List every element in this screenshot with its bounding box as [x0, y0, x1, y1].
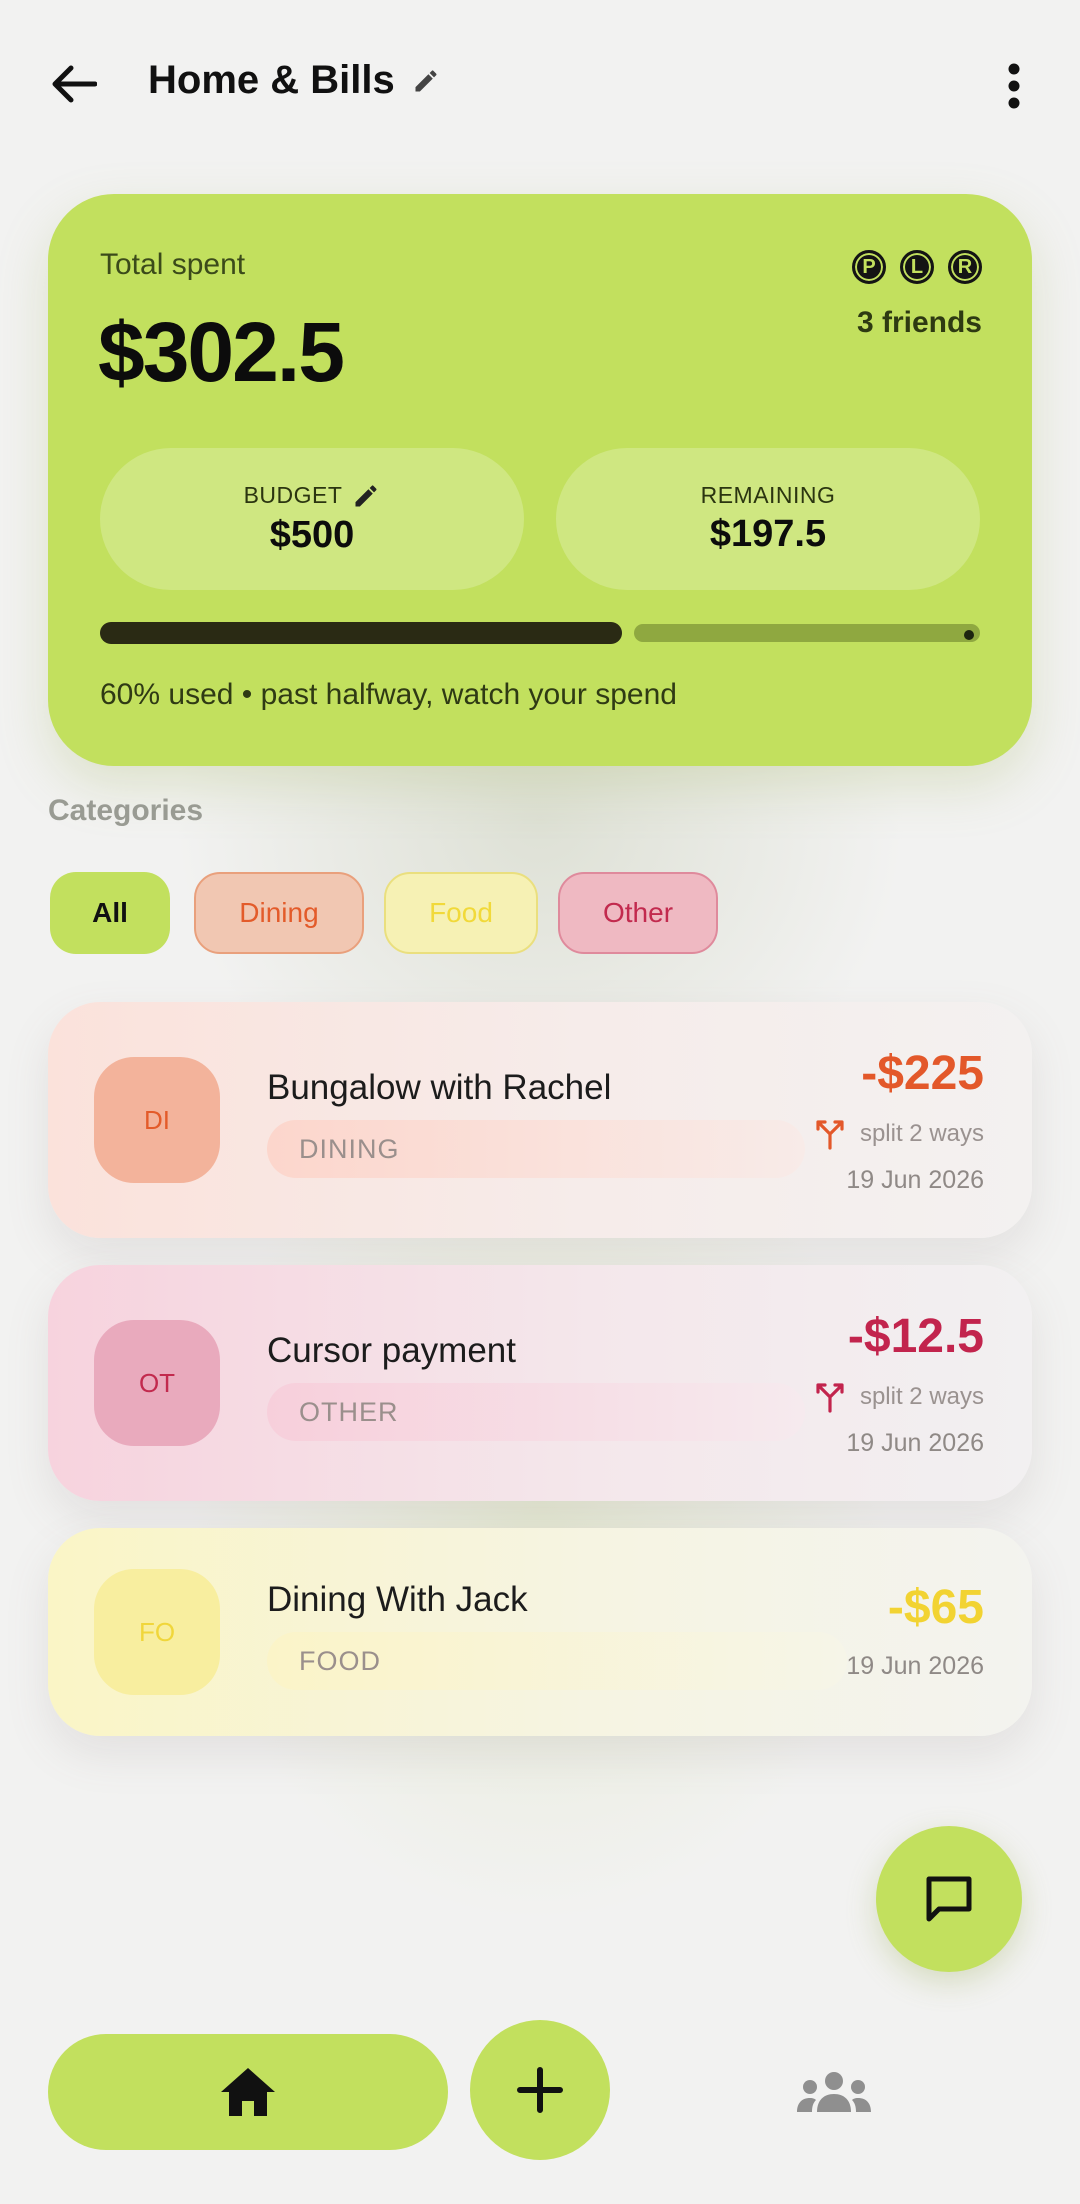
category-tag: DINING [267, 1120, 805, 1178]
split-label: split 2 ways [859, 1120, 984, 1147]
expense-name: Dining With Jack [267, 1580, 528, 1619]
nav-friends-button[interactable] [786, 2060, 882, 2124]
expense-date: 19 Jun 2026 [846, 1429, 984, 1457]
remaining-label: REMAINING [700, 482, 836, 508]
remaining-pill: REMAINING $197.5 [556, 448, 980, 590]
progress-caption: 60% used • past halfway, watch your spen… [100, 678, 677, 711]
nav-home-button[interactable] [48, 2034, 448, 2150]
pencil-icon [355, 484, 377, 506]
total-spent-amount: $302.5 [98, 305, 345, 399]
chip-dining[interactable]: Dining [194, 872, 364, 954]
split-info: split 2 ways [814, 1381, 984, 1413]
category-avatar: OT [94, 1320, 220, 1446]
top-bar: Home & Bills [0, 0, 1080, 170]
split-label: split 2 ways [859, 1383, 984, 1410]
plus-icon [517, 2067, 563, 2113]
category-tag: FOOD [267, 1632, 847, 1690]
more-options-button[interactable] [988, 54, 1040, 118]
budget-pill[interactable]: BUDGET $500 [100, 448, 524, 590]
chip-other[interactable]: Other [558, 872, 718, 954]
expense-card[interactable]: OT Cursor payment OTHER -$12.5 split 2 w… [48, 1265, 1032, 1501]
total-spent-label: Total spent [100, 248, 246, 281]
expense-name: Cursor payment [267, 1331, 516, 1370]
expense-amount: -$225 [861, 1047, 984, 1100]
arrow-left-icon [52, 65, 97, 103]
category-avatar: FO [94, 1569, 220, 1695]
group-icon [797, 2072, 871, 2112]
chip-food[interactable]: Food [384, 872, 538, 954]
more-vertical-icon [1008, 63, 1020, 109]
summary-card: Total spent $302.5 P L R 3 friends BUDGE… [48, 194, 1032, 766]
split-icon [816, 1383, 844, 1413]
avatar: L [900, 250, 934, 284]
categories-heading: Categories [48, 794, 204, 827]
split-icon [816, 1120, 844, 1150]
chat-button[interactable] [876, 1826, 1022, 1972]
chat-icon [926, 1876, 972, 1922]
budget-value: $500 [269, 513, 355, 556]
expense-card[interactable]: DI Bungalow with Rachel DINING -$225 spl… [48, 1002, 1032, 1238]
title-group: Home & Bills [148, 58, 443, 103]
chip-all[interactable]: All [50, 872, 170, 954]
friend-avatars[interactable]: P L R [852, 250, 982, 284]
friends-count: 3 friends [856, 306, 982, 339]
expense-amount: -$65 [887, 1581, 984, 1634]
expense-date: 19 Jun 2026 [846, 1652, 984, 1680]
expense-amount: -$12.5 [847, 1310, 984, 1363]
budget-progress-bar [100, 622, 980, 644]
add-expense-button[interactable] [470, 2020, 610, 2160]
split-info: split 2 ways [814, 1118, 984, 1150]
remaining-value: $197.5 [709, 513, 827, 555]
avatar: R [948, 250, 982, 284]
category-avatar: DI [94, 1057, 220, 1183]
progress-remaining [634, 624, 980, 642]
home-icon [221, 2068, 275, 2116]
avatar: P [852, 250, 886, 284]
pencil-icon [415, 69, 437, 91]
category-tag: OTHER [267, 1383, 805, 1441]
progress-used [100, 622, 622, 644]
expense-date: 19 Jun 2026 [846, 1166, 984, 1194]
back-button[interactable] [44, 54, 104, 114]
budget-label: BUDGET [243, 482, 343, 508]
edit-title-button[interactable] [409, 64, 443, 98]
expense-name: Bungalow with Rachel [267, 1068, 612, 1107]
progress-end-dot [964, 630, 974, 640]
expense-card[interactable]: FO Dining With Jack FOOD -$65 19 Jun 202… [48, 1528, 1032, 1736]
page-title: Home & Bills [148, 58, 395, 102]
